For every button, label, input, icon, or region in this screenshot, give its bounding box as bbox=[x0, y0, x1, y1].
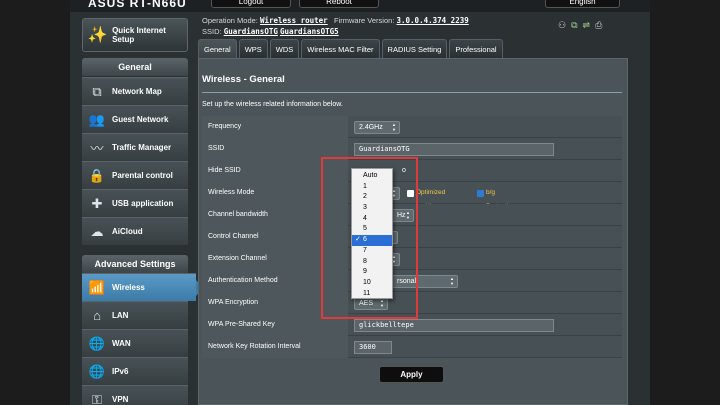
tab-wps[interactable]: WPS bbox=[238, 39, 268, 58]
sidebar-item-label: WAN bbox=[112, 339, 131, 348]
row-frequency: Frequency 2.4GHz bbox=[202, 116, 622, 138]
tab-bar: General WPS WDS Wireless MAC Filter RADI… bbox=[198, 39, 503, 58]
sidebar-item-traffic-manager[interactable]: 〰 Traffic Manager bbox=[82, 133, 188, 161]
cloud-icon: ☁ bbox=[90, 223, 104, 239]
sidebar-item-guest-network[interactable]: 👥 Guest Network bbox=[82, 105, 188, 133]
sidebar-item-wireless[interactable]: 📶 Wireless bbox=[82, 273, 204, 301]
home-icon: ⌂ bbox=[93, 308, 101, 323]
page-title: Wireless - General bbox=[202, 74, 285, 85]
vpn-icon: ⚿ bbox=[92, 391, 102, 405]
frequency-label: Frequency bbox=[202, 116, 348, 138]
sidebar-item-label: LAN bbox=[112, 311, 129, 320]
network-icon[interactable]: ⧉ bbox=[571, 20, 577, 31]
operation-mode-label: Operation Mode: bbox=[202, 16, 258, 25]
sidebar-item-lan[interactable]: ⌂ LAN bbox=[82, 301, 188, 329]
sidebar-item-label: Traffic Manager bbox=[112, 143, 172, 152]
row-key-rotation: Network Key Rotation Interval 3600 bbox=[202, 336, 622, 358]
sidebar-item-label: IPv6 bbox=[112, 367, 129, 376]
key-rotation-label: Network Key Rotation Interval bbox=[202, 336, 348, 358]
globe-icon: 🌐 bbox=[88, 363, 106, 379]
globe-icon: 🌐 bbox=[88, 335, 106, 351]
puzzle-icon: ✚ bbox=[91, 195, 103, 211]
sidebar-item-vpn[interactable]: ⚿ VPN bbox=[82, 385, 188, 405]
page-description: Set up the wireless related information … bbox=[202, 101, 343, 108]
sidebar-item-label: USB application bbox=[112, 199, 174, 208]
ssid-link-1[interactable]: GuardiansOTG bbox=[224, 27, 278, 36]
advanced-section-head: Advanced Settings bbox=[82, 255, 188, 273]
usb-icon[interactable]: ⇌ bbox=[583, 20, 591, 31]
traffic-manager-icon: 〰 bbox=[90, 141, 104, 156]
sidebar-item-label: Wireless bbox=[112, 283, 145, 292]
sidebar-item-wan[interactable]: 🌐 WAN bbox=[82, 329, 188, 357]
wpa-key-input[interactable]: glickbelltepe bbox=[354, 319, 554, 332]
apply-button[interactable]: Apply bbox=[379, 366, 444, 383]
sidebar-item-usb-application[interactable]: ✚ USB application bbox=[82, 189, 188, 217]
ssid-input[interactable]: GuardiansOTG bbox=[354, 143, 554, 156]
sidebar-item-aicloud[interactable]: ☁ AiCloud bbox=[82, 217, 188, 245]
tab-mac-filter[interactable]: Wireless MAC Filter bbox=[301, 39, 380, 58]
magic-wand-icon: ✨ bbox=[87, 27, 108, 44]
bg-protection-checkbox[interactable] bbox=[477, 190, 484, 197]
tab-wds[interactable]: WDS bbox=[269, 39, 300, 58]
status-icons: ⚇ ⧉ ⇌ ⎙ bbox=[558, 20, 602, 31]
quick-internet-setup-button[interactable]: ✨ Quick Internet Setup bbox=[82, 18, 188, 52]
tab-radius[interactable]: RADIUS Setting bbox=[381, 39, 448, 58]
title-divider bbox=[202, 92, 622, 93]
asus-logo: ASUS RT-N66U bbox=[88, 0, 187, 10]
firmware-label: Firmware Version: bbox=[333, 16, 395, 25]
logout-button[interactable]: Logout bbox=[211, 0, 291, 8]
sidebar-item-label: AiCloud bbox=[112, 227, 143, 236]
frequency-select[interactable]: 2.4GHz bbox=[354, 121, 400, 134]
ssid-label: SSID: bbox=[202, 27, 222, 36]
highlight-box bbox=[321, 157, 418, 319]
sidebar-item-label: Guest Network bbox=[112, 115, 169, 124]
sidebar-item-network-map[interactable]: ⧉ Network Map bbox=[82, 77, 188, 105]
sidebar-item-parental-control[interactable]: 🔒 Parental control bbox=[82, 161, 188, 189]
status-info: Operation Mode: Wireless router Firmware… bbox=[202, 15, 469, 37]
printer-icon[interactable]: ⎙ bbox=[595, 20, 602, 31]
guest-network-icon: 👥 bbox=[88, 111, 106, 127]
users-icon[interactable]: ⚇ bbox=[558, 20, 566, 31]
reboot-button[interactable]: Reboot bbox=[299, 0, 379, 8]
sidebar-item-ipv6[interactable]: 🌐 IPv6 bbox=[82, 357, 188, 385]
tab-general[interactable]: General bbox=[198, 39, 237, 58]
sidebar-item-label: Network Map bbox=[112, 87, 162, 96]
key-rotation-input[interactable]: 3600 bbox=[354, 341, 392, 354]
wireless-icon: 📶 bbox=[88, 279, 106, 295]
sidebar-item-label: VPN bbox=[112, 395, 129, 404]
language-select[interactable]: English bbox=[545, 0, 620, 8]
ssid-link-2[interactable]: GuardiansOTG5 bbox=[280, 27, 339, 36]
sidebar-item-label: Parental control bbox=[112, 171, 173, 180]
network-map-icon: ⧉ bbox=[92, 83, 102, 99]
lock-icon: 🔒 bbox=[88, 167, 106, 183]
operation-mode-link[interactable]: Wireless router bbox=[260, 16, 328, 25]
general-section-head: General bbox=[82, 58, 188, 76]
firmware-link[interactable]: 3.0.0.4.374_2239 bbox=[397, 16, 469, 25]
quick-setup-label: Quick Internet Setup bbox=[112, 26, 166, 44]
tab-professional[interactable]: Professional bbox=[449, 39, 503, 58]
